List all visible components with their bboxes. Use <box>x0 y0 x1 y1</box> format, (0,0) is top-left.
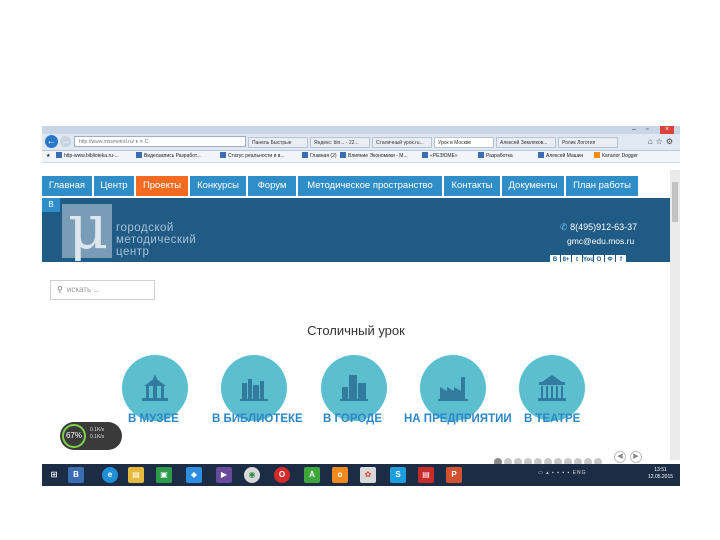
city-icon[interactable] <box>321 355 387 421</box>
favorite-link[interactable]: http-www.biblioteka.ru-... <box>56 152 119 161</box>
windows-taskbar: ⊞ В e ▤ ▣ ◆ ▶ ◉ O А о ✿ S ▤ P ▭ ▴ ▪ ▪ ▪ … <box>42 464 680 486</box>
vk-icon[interactable]: В <box>550 255 560 265</box>
logo-text: городской методический центр <box>116 222 197 258</box>
dropbox-icon[interactable]: ◆ <box>186 467 202 483</box>
maximize-icon[interactable]: ▫ <box>646 126 648 134</box>
browser-screenshot: – ▫ × ← → http://www.mosmetod.ru/ ▾ ✕ C … <box>42 126 680 486</box>
scrollbar-thumb[interactable] <box>672 182 678 222</box>
favorite-link[interactable]: Разработка <box>478 152 513 161</box>
browser-tab[interactable]: Алексей Земляков... <box>496 137 556 148</box>
carousel-prev-button[interactable]: ◀ <box>614 451 626 463</box>
skype-icon: ✆ <box>560 222 568 232</box>
adobe-icon[interactable]: ▤ <box>418 467 434 483</box>
category-label[interactable]: В ТЕАТРЕ <box>524 413 580 425</box>
email-link[interactable]: gmc@edu.mos.ru <box>567 236 634 246</box>
nav-method-space[interactable]: Методическое пространство <box>298 176 442 196</box>
favorite-link[interactable]: Влияние Экономики - М... <box>340 152 408 161</box>
powerpoint-icon[interactable]: P <box>446 467 462 483</box>
network-speed-widget[interactable]: 67% 0.1K/s 0.1K/s <box>60 422 122 450</box>
vertical-scrollbar[interactable] <box>670 170 680 460</box>
phone-number: ✆ 8(495)912-63-37 <box>560 222 638 232</box>
odnoklassniki-icon[interactable]: о <box>332 467 348 483</box>
factory-icon[interactable] <box>420 355 486 421</box>
system-tray[interactable]: ▭ ▴ ▪ ▪ ▪ ▪ ENG <box>538 470 587 476</box>
speed-percent: 67% <box>62 424 86 448</box>
site-nav: Главная Центр Проекты Конкурсы Форум Мет… <box>42 176 670 196</box>
back-button[interactable]: ← <box>45 135 58 148</box>
favorite-link[interactable]: Главная (2) <box>302 152 337 161</box>
favorite-link[interactable]: Алексей Машин <box>538 152 583 161</box>
category-label[interactable]: В ГОРОДЕ <box>323 413 382 425</box>
favorite-link[interactable]: «РЕЗЮМЕ» <box>422 152 458 161</box>
browser-tab[interactable]: Сталичный урок.ru... <box>372 137 432 148</box>
media-icon[interactable]: ▶ <box>216 467 232 483</box>
nav-forum[interactable]: Форум <box>248 176 296 196</box>
category-label[interactable]: НА ПРЕДПРИЯТИИ <box>404 413 512 425</box>
chrome-icon[interactable]: ◉ <box>244 467 260 483</box>
ie-icon[interactable]: e <box>102 467 118 483</box>
facebook-icon[interactable]: f <box>616 255 626 265</box>
minimize-icon[interactable]: – <box>632 126 636 134</box>
ok-icon[interactable]: О <box>594 255 604 265</box>
browser-tab-active[interactable]: Урок в Москве <box>434 137 494 148</box>
nav-documents[interactable]: Документы <box>502 176 564 196</box>
books-icon[interactable] <box>221 355 287 421</box>
skype-icon[interactable]: S <box>390 467 406 483</box>
favorites-star-icon[interactable]: ★ <box>46 152 50 161</box>
search-icon: ⚲ <box>57 285 63 294</box>
carousel-dots <box>494 453 604 466</box>
page-title: Столичный урок <box>307 323 405 338</box>
nav-contacts[interactable]: Контакты <box>444 176 500 196</box>
gplus-icon[interactable]: 8+ <box>561 255 571 265</box>
taskbar-clock[interactable]: 13:51 12.05.2015 <box>648 467 673 481</box>
taskbar-app-a[interactable]: А <box>304 467 320 483</box>
favorite-link[interactable]: Каталог Dogger <box>594 152 638 161</box>
nav-second-row-item[interactable]: В <box>42 198 60 212</box>
close-icon[interactable]: × <box>660 126 675 134</box>
twitter-icon[interactable]: t <box>572 255 582 265</box>
museum-icon[interactable] <box>122 355 188 421</box>
opera-icon[interactable]: O <box>274 467 290 483</box>
speed-values: 0.1K/s 0.1K/s <box>90 427 105 440</box>
forward-button[interactable]: → <box>60 136 71 147</box>
instagram-icon[interactable]: Ф <box>605 255 615 265</box>
carousel-next-button[interactable]: ▶ <box>630 451 642 463</box>
start-windows-icon[interactable]: ⊞ <box>46 467 62 483</box>
social-icons: В 8+ t You О Фf <box>550 248 627 265</box>
category-label[interactable]: В БИБЛИОТЕКЕ <box>212 413 303 425</box>
theatre-icon[interactable] <box>519 355 585 421</box>
nav-projects[interactable]: Проекты <box>136 176 188 196</box>
category-label[interactable]: В МУЗЕЕ <box>128 413 179 425</box>
nav-work-plan[interactable]: План работы <box>566 176 638 196</box>
store-icon[interactable]: ▣ <box>156 467 172 483</box>
browser-tab[interactable]: Панель Быстрые <box>248 137 308 148</box>
window-titlebar <box>42 126 680 134</box>
yandex-icon[interactable]: ✿ <box>360 467 376 483</box>
folder-icon[interactable]: ▤ <box>128 467 144 483</box>
logo-icon[interactable]: μ <box>62 192 112 262</box>
favorite-link[interactable]: Видеозапись Разработ... <box>136 152 201 161</box>
browser-icons[interactable]: ⌂☆⚙ <box>648 137 676 146</box>
search-input[interactable]: ⚲ искать ... <box>50 280 155 300</box>
browser-toolbar: ← → http://www.mosmetod.ru/ ▾ ✕ C Панель… <box>42 134 680 151</box>
favorite-link[interactable]: Статус реальности и в... <box>220 152 285 161</box>
nav-contests[interactable]: Конкурсы <box>190 176 246 196</box>
favorites-bar: ★ http-www.biblioteka.ru-... Видеозапись… <box>42 151 680 163</box>
youtube-icon[interactable]: You <box>583 255 594 265</box>
browser-tab[interactable]: Яндекс: bin... - 22... <box>310 137 370 148</box>
browser-tab[interactable]: Ролик Логотип <box>558 137 618 148</box>
address-bar[interactable]: http://www.mosmetod.ru/ ▾ ✕ C <box>74 136 246 147</box>
taskbar-app-b[interactable]: В <box>68 467 84 483</box>
